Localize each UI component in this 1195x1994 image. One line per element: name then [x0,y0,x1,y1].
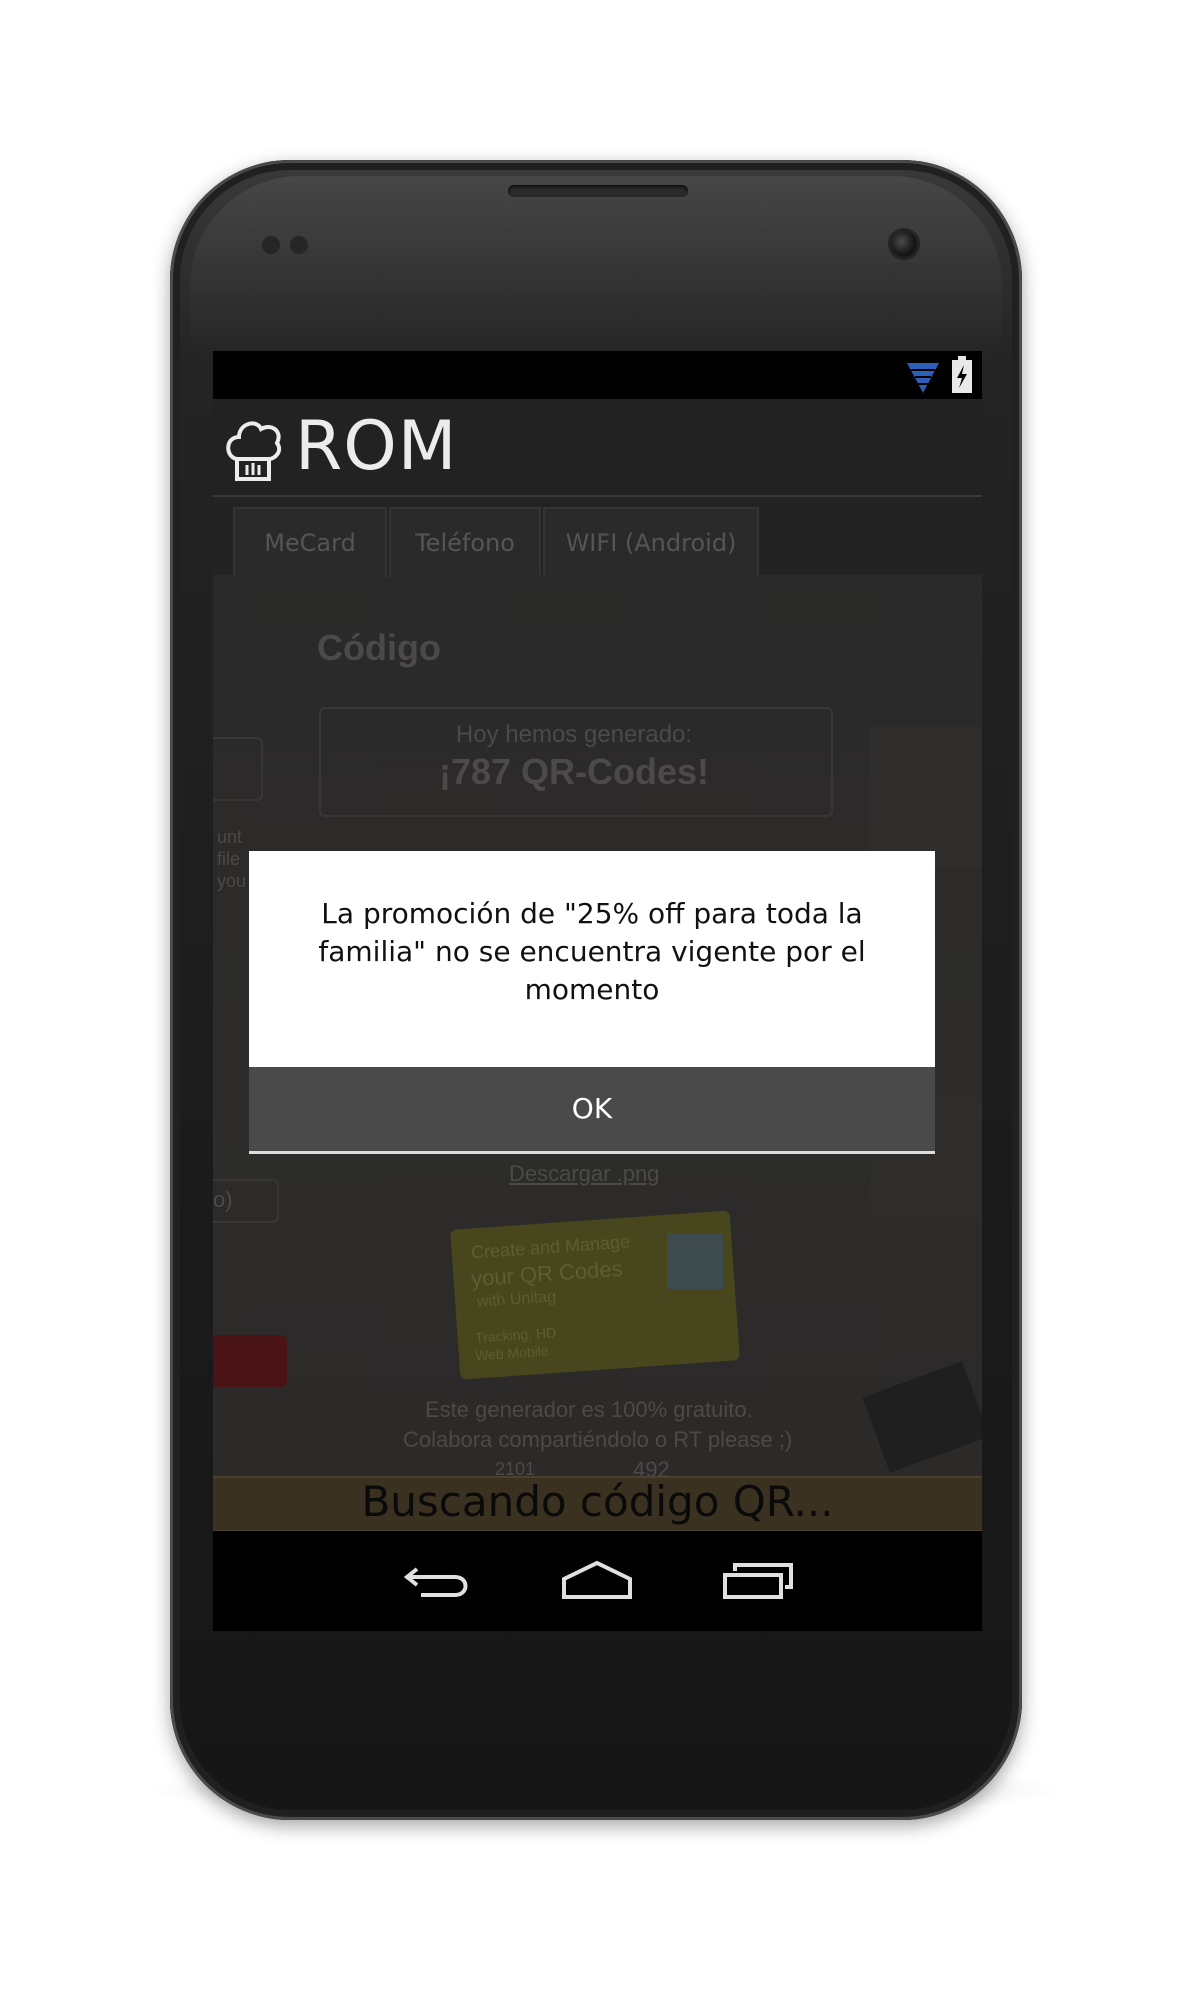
camera-tab-telefono: Teléfono [389,507,541,577]
side-fragment-1: unt [217,827,243,847]
chef-hat-icon[interactable] [223,415,285,481]
alert-dialog: La promoción de "25% off para toda la fa… [249,851,935,1154]
scan-status-text: Buscando código QR... [361,1477,834,1526]
camera-heading: Código [317,627,441,668]
battery-charging-icon [952,356,972,393]
counter-value: ¡787 QR-Codes! [438,751,710,792]
download-link: Descargar .png [509,1161,660,1186]
proximity-sensor [262,236,280,254]
select-fragment: o) [213,1187,233,1212]
front-camera [891,231,917,257]
left-input-fragment [213,737,263,801]
ok-button[interactable]: OK [249,1067,935,1154]
side-thumbnail-3 [870,1237,982,1357]
footer-line-2: Colabora compartiéndolo o RT please ;) [403,1427,793,1452]
red-button-fragment [213,1335,287,1387]
navigation-bar [213,1531,982,1631]
dialog-body: La promoción de "25% off para toda la fa… [249,851,935,1067]
earpiece-speaker [508,185,688,197]
counter-label: Hoy hemos generado: [455,721,693,748]
back-icon[interactable] [403,1561,473,1601]
side-thumbnail-4 [862,1361,982,1473]
phone-gloss [190,176,1002,366]
light-sensor [290,236,308,254]
camera-tab-wifi: WIFI (Android) [543,507,759,577]
phone-screen: ROM MeCard Teléfono WIFI (Android) Códig… [213,351,982,1631]
footer-line-1: Este generador es 100% gratuito. [425,1397,753,1422]
action-bar: ROM [213,399,982,497]
recent-apps-icon[interactable] [721,1559,795,1601]
app-title: ROM [295,407,458,486]
camera-tab-mecard: MeCard [233,507,387,577]
wifi-icon [907,363,939,393]
dialog-message: La promoción de "25% off para toda la fa… [318,897,866,1006]
side-fragment-3: you [217,871,247,891]
home-icon[interactable] [560,1559,634,1601]
side-thumbnail [870,727,982,867]
status-bar [213,351,982,399]
card-qr-code [667,1233,723,1289]
side-fragment-2: file [217,849,241,869]
